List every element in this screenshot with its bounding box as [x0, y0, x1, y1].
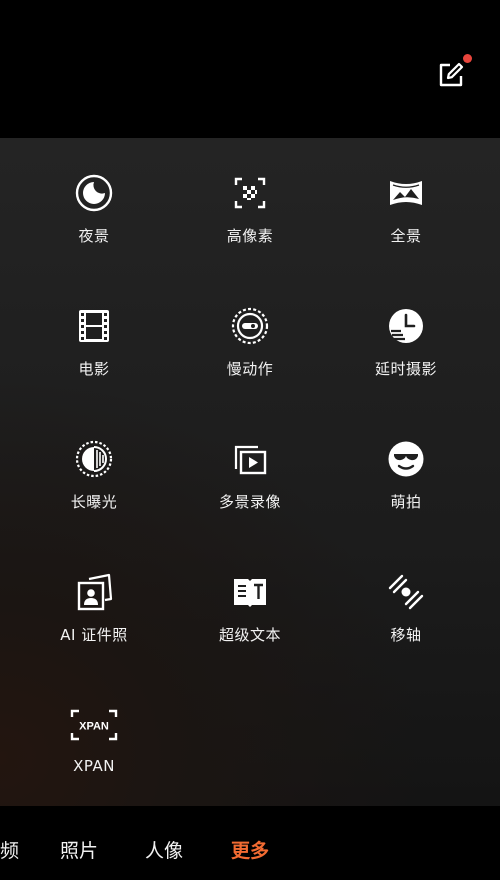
mode-label: 延时摄影 — [374, 360, 437, 378]
mode-xpan[interactable]: XPAN XPAN — [16, 705, 172, 815]
mode-label: 高像素 — [226, 227, 274, 245]
mode-label: 夜景 — [78, 227, 110, 245]
mode-panorama[interactable]: 全景 — [328, 173, 484, 283]
notification-dot — [463, 54, 472, 63]
mode-label: 慢动作 — [226, 360, 274, 378]
top-bar — [0, 0, 500, 138]
tab-photo[interactable]: 照片 — [60, 836, 98, 863]
xpan-icon: XPAN — [70, 705, 118, 745]
xpan-icon-text: XPAN — [79, 721, 109, 733]
high-pixel-icon — [230, 173, 270, 213]
mode-label: XPAN — [73, 757, 115, 775]
time-lapse-icon — [386, 306, 426, 346]
mode-ai-id-photo[interactable]: AI 证件照 — [16, 572, 172, 682]
mode-label: 多景录像 — [218, 493, 281, 511]
tab-portrait[interactable]: 人像 — [145, 836, 183, 863]
mode-label: 长曝光 — [70, 493, 118, 511]
mode-label: 全景 — [390, 227, 422, 245]
mode-film[interactable]: 电影 — [16, 306, 172, 416]
tab-more[interactable]: 更多 — [231, 836, 269, 863]
mode-slow-motion[interactable]: 慢动作 — [172, 306, 328, 416]
tilt-shift-icon — [386, 572, 426, 612]
mode-label: 电影 — [78, 360, 110, 378]
mode-high-pixel[interactable]: 高像素 — [172, 173, 328, 283]
mode-label: 移轴 — [390, 626, 422, 644]
film-icon — [74, 306, 114, 346]
multi-scene-video-icon — [230, 439, 270, 479]
super-text-icon — [230, 572, 270, 612]
mode-label: 萌拍 — [390, 493, 422, 511]
mode-long-exposure[interactable]: 长曝光 — [16, 439, 172, 549]
mode-label: AI 证件照 — [60, 626, 128, 644]
more-modes-panel: 夜景 高像素 全景 电影 慢动作 延时摄影 长曝光 多景录像 萌拍 AI 证件照… — [0, 138, 500, 806]
long-exposure-icon — [74, 439, 114, 479]
mode-night[interactable]: 夜景 — [16, 173, 172, 283]
mode-cute-shot[interactable]: 萌拍 — [328, 439, 484, 549]
ai-id-photo-icon — [74, 572, 114, 612]
mode-super-text[interactable]: 超级文本 — [172, 572, 328, 682]
cute-shot-icon — [386, 439, 426, 479]
edit-icon — [439, 62, 464, 87]
tab-video[interactable]: 频 — [0, 836, 19, 863]
camera-screen: 夜景 高像素 全景 电影 慢动作 延时摄影 长曝光 多景录像 萌拍 AI 证件照… — [0, 0, 500, 880]
panorama-icon — [386, 173, 426, 213]
mode-multi-scene-video[interactable]: 多景录像 — [172, 439, 328, 549]
mode-tilt-shift[interactable]: 移轴 — [328, 572, 484, 682]
mode-label: 超级文本 — [218, 626, 281, 644]
slow-motion-icon — [230, 306, 270, 346]
edit-modes-button[interactable] — [436, 60, 466, 90]
night-mode-icon — [74, 173, 114, 213]
mode-time-lapse[interactable]: 延时摄影 — [328, 306, 484, 416]
